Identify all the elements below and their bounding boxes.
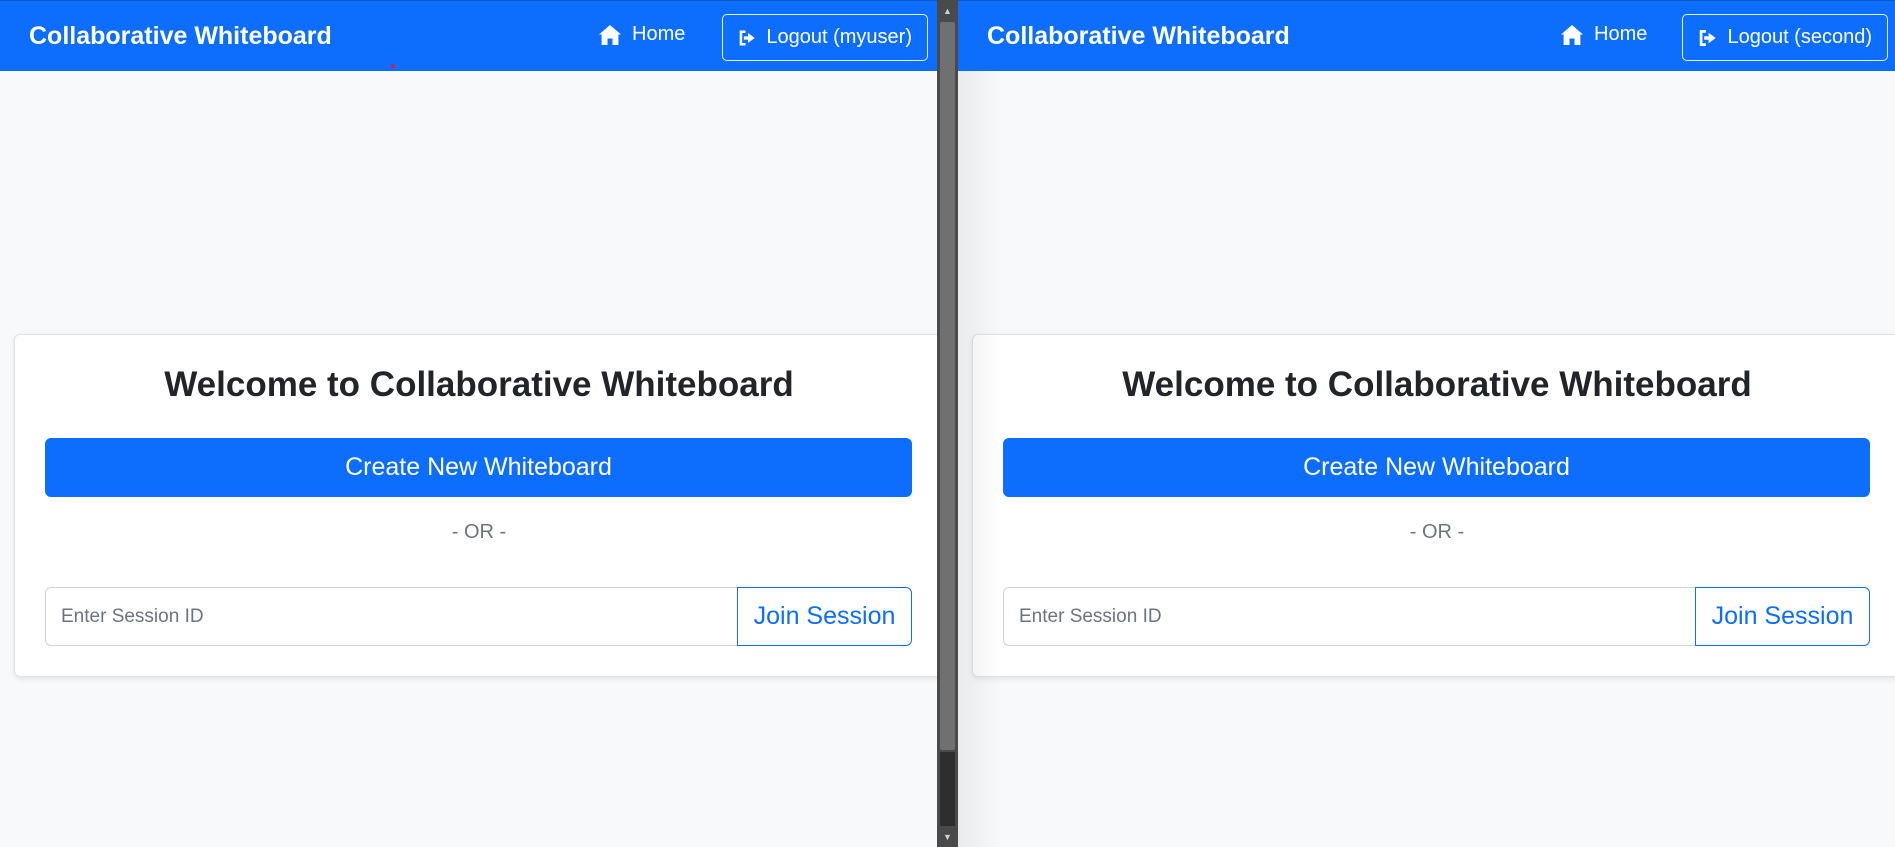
welcome-card: Welcome to Collaborative Whiteboard Crea… bbox=[14, 334, 937, 677]
session-id-input[interactable] bbox=[45, 587, 737, 646]
nav-home-label: Home bbox=[1594, 23, 1648, 45]
scroll-up-arrow[interactable]: ▲ bbox=[937, 2, 958, 19]
create-whiteboard-button[interactable]: Create New Whiteboard bbox=[45, 438, 912, 497]
triangle-up-icon: ▲ bbox=[943, 5, 952, 16]
house-icon bbox=[1561, 24, 1583, 45]
scroll-track[interactable] bbox=[940, 752, 955, 826]
browser-window-left: Collaborative Whiteboard Home Logout (my… bbox=[0, 0, 937, 847]
logout-label: Logout (second) bbox=[1727, 26, 1872, 48]
nav-home-label: Home bbox=[632, 23, 686, 45]
house-icon bbox=[599, 24, 621, 45]
nav-home-link[interactable]: Home bbox=[598, 23, 685, 46]
logout-label: Logout (myuser) bbox=[766, 26, 912, 48]
or-divider: - OR - bbox=[1409, 521, 1465, 543]
browser-window-right: Collaborative Whiteboard Home Logout (se… bbox=[958, 0, 1895, 847]
scroll-down-arrow[interactable]: ▼ bbox=[937, 828, 958, 845]
nav-home-link[interactable]: Home bbox=[1560, 23, 1647, 46]
scroll-thumb[interactable] bbox=[940, 22, 955, 750]
navbar-brand[interactable]: Collaborative Whiteboard bbox=[987, 22, 1290, 51]
join-session-group: Join Session bbox=[1003, 587, 1870, 646]
logout-button[interactable]: Logout (second) bbox=[1682, 14, 1888, 61]
sign-out-icon bbox=[1699, 29, 1716, 46]
or-divider: - OR - bbox=[451, 521, 507, 543]
navbar: Collaborative Whiteboard Home Logout (se… bbox=[958, 0, 1895, 71]
vertical-scrollbar[interactable]: ▲ ▼ bbox=[937, 0, 958, 847]
welcome-title: Welcome to Collaborative Whiteboard bbox=[1122, 365, 1752, 404]
welcome-card: Welcome to Collaborative Whiteboard Crea… bbox=[972, 334, 1895, 677]
join-session-button[interactable]: Join Session bbox=[737, 587, 912, 646]
join-session-group: Join Session bbox=[45, 587, 912, 646]
triangle-down-icon: ▼ bbox=[943, 831, 952, 842]
welcome-title: Welcome to Collaborative Whiteboard bbox=[164, 365, 794, 404]
logout-button[interactable]: Logout (myuser) bbox=[722, 14, 928, 61]
sign-out-icon bbox=[739, 29, 755, 46]
join-session-button[interactable]: Join Session bbox=[1695, 587, 1870, 646]
navbar-brand[interactable]: Collaborative Whiteboard bbox=[29, 22, 332, 51]
session-id-input[interactable] bbox=[1003, 587, 1695, 646]
navbar: Collaborative Whiteboard Home Logout (my… bbox=[0, 0, 937, 71]
cursor-marker bbox=[391, 64, 395, 68]
create-whiteboard-button[interactable]: Create New Whiteboard bbox=[1003, 438, 1870, 497]
